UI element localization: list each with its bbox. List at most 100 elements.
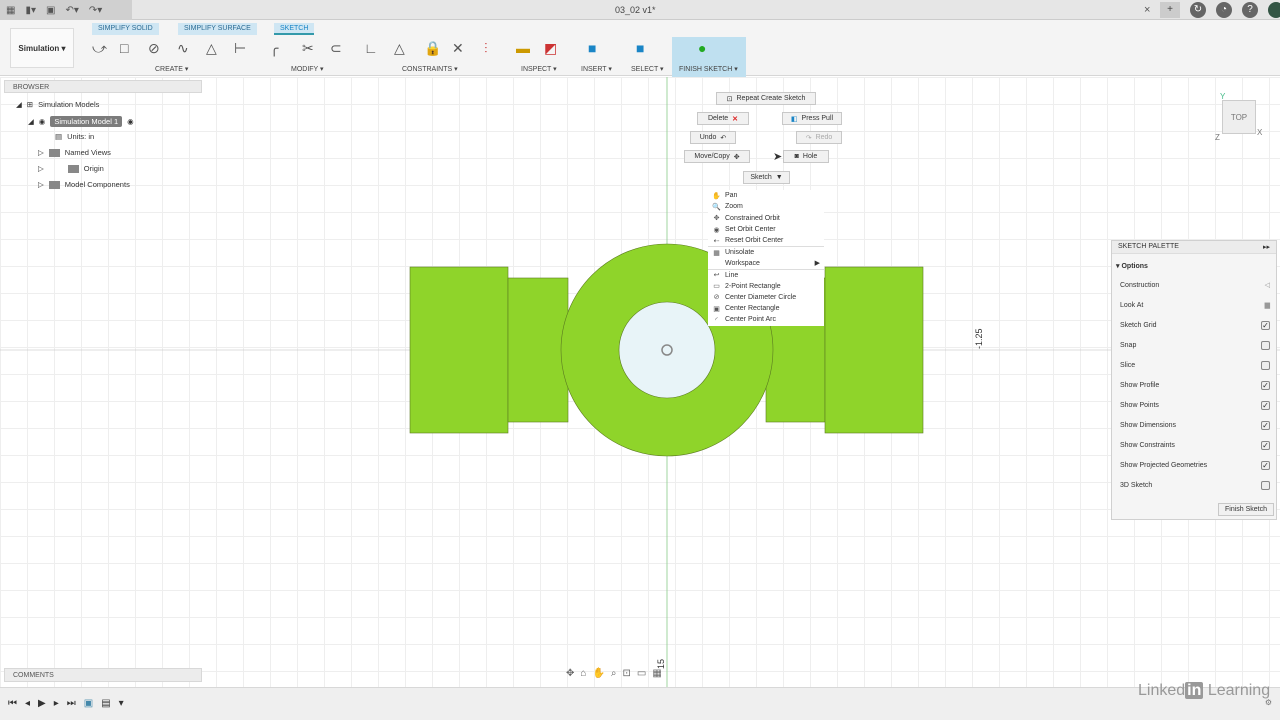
- step-forward-icon[interactable]: ▸: [54, 698, 59, 709]
- press-pull-button[interactable]: ◧ Press Pull: [782, 112, 842, 125]
- palette-row-show-profile[interactable]: Show Profile ✓: [1120, 381, 1270, 390]
- checkbox[interactable]: ✓: [1261, 381, 1270, 390]
- options-section[interactable]: ▾ Options: [1116, 262, 1148, 270]
- step-back-icon[interactable]: ◂: [25, 698, 30, 709]
- delete-button[interactable]: Delete ✕: [697, 112, 749, 125]
- menu-item-center-diameter-circle[interactable]: ⊘ Center Diameter Circle: [708, 292, 824, 303]
- menu-item-center-point-arc[interactable]: ◜ Center Point Arc: [708, 314, 824, 325]
- palette-row-show-points[interactable]: Show Points ✓: [1120, 401, 1270, 410]
- inspect-menu[interactable]: INSPECT ▾: [521, 65, 557, 73]
- spline-tool-icon[interactable]: ∿: [177, 40, 189, 57]
- polygon-tool-icon[interactable]: △: [206, 40, 217, 57]
- finish-sketch-check-icon[interactable]: ●: [698, 40, 706, 56]
- sketch-dropdown[interactable]: Sketch ▼: [743, 171, 790, 184]
- perpendicular-icon[interactable]: ∟: [364, 40, 378, 56]
- menu-item-zoom[interactable]: 🔍 Zoom: [708, 201, 824, 212]
- checkbox[interactable]: ✓: [1261, 421, 1270, 430]
- viewcube[interactable]: TOP: [1222, 100, 1256, 134]
- palette-row-show-constraints[interactable]: Show Constraints ✓: [1120, 441, 1270, 450]
- canvas-viewport[interactable]: -1.25 15: [0, 77, 1280, 687]
- interference-icon[interactable]: ◩: [544, 40, 557, 57]
- menu-item-unisolate[interactable]: ▦ Unisolate: [708, 246, 824, 257]
- tangent-icon[interactable]: △: [394, 40, 405, 57]
- timeline-marker-icon[interactable]: ▾: [119, 698, 124, 709]
- zoom-icon[interactable]: ⌕: [611, 668, 617, 679]
- job-status-icon[interactable]: ↻: [1190, 2, 1206, 18]
- checkbox[interactable]: ✓: [1261, 401, 1270, 410]
- user-avatar[interactable]: [1268, 2, 1280, 18]
- checkbox[interactable]: ✓: [1261, 461, 1270, 470]
- tree-item-simulation-models[interactable]: ◢ ⊞ Simulation Models: [16, 100, 99, 109]
- constraints-menu[interactable]: CONSTRAINTS ▾: [402, 65, 458, 73]
- checkbox[interactable]: ✓: [1261, 441, 1270, 450]
- hole-button[interactable]: ◙ Hole: [783, 150, 829, 163]
- menu-item-reset-orbit-center[interactable]: ⇠ Reset Orbit Center: [708, 235, 824, 246]
- grid-menu-icon[interactable]: ▦: [6, 5, 15, 16]
- file-icon[interactable]: ▮▾: [25, 5, 36, 16]
- go-to-start-icon[interactable]: ⏮: [8, 698, 17, 709]
- finish-sketch-button[interactable]: Finish Sketch: [1218, 503, 1274, 516]
- tree-item-units[interactable]: ▤ Units: in: [55, 132, 94, 141]
- grid-settings-icon[interactable]: ▦: [652, 668, 661, 679]
- look-at-icon[interactable]: ▆: [1265, 301, 1270, 309]
- help-icon[interactable]: ?: [1242, 2, 1258, 18]
- eye-icon[interactable]: ◉: [39, 117, 46, 126]
- redo-icon[interactable]: ↷▾: [89, 5, 102, 16]
- go-to-end-icon[interactable]: ⏭: [67, 698, 76, 709]
- look-at-icon[interactable]: ⌂: [580, 668, 586, 679]
- palette-row-slice[interactable]: Slice: [1120, 361, 1270, 370]
- circle-tool-icon[interactable]: ⊘: [148, 40, 160, 57]
- notifications-icon[interactable]: ◔: [1216, 2, 1232, 18]
- trim-tool-icon[interactable]: ✂: [302, 40, 314, 57]
- new-tab-button[interactable]: +: [1160, 2, 1180, 18]
- menu-item-pan[interactable]: ✋ Pan: [708, 190, 824, 201]
- tree-item-origin[interactable]: ▷ Origin: [38, 164, 104, 173]
- select-icon[interactable]: ■: [636, 40, 644, 56]
- menu-item-constrained-orbit[interactable]: ✥ Constrained Orbit: [708, 213, 824, 224]
- play-icon[interactable]: ▶: [38, 698, 46, 709]
- fit-icon[interactable]: ⊡: [623, 668, 631, 679]
- tab-simplify-surface[interactable]: SIMPLIFY SURFACE: [178, 23, 257, 35]
- dimension-tool-icon[interactable]: ⊢: [234, 40, 246, 57]
- checkbox[interactable]: [1261, 481, 1270, 490]
- workspace-switcher[interactable]: Simulation ▾: [10, 28, 74, 68]
- coincident-icon[interactable]: ✕: [452, 40, 464, 57]
- close-tab-icon[interactable]: ×: [1144, 4, 1150, 16]
- browser-header[interactable]: BROWSER: [4, 80, 202, 93]
- menu-item-center-rectangle[interactable]: ▣ Center Rectangle: [708, 303, 824, 314]
- palette-row-sketch-grid[interactable]: Sketch Grid ✓: [1120, 321, 1270, 330]
- tree-item-named-views[interactable]: ▷ Named Views: [38, 148, 111, 157]
- insert-menu[interactable]: INSERT ▾: [581, 65, 612, 73]
- timeline-sketch-icon[interactable]: ▤: [101, 698, 110, 709]
- menu-item-workspace[interactable]: Workspace ▶: [708, 258, 824, 269]
- tab-sketch[interactable]: SKETCH: [274, 23, 315, 35]
- orbit-icon[interactable]: ✥: [566, 668, 574, 679]
- tree-item-simulation-model-1[interactable]: ◢ ◉ Simulation Model 1 ◉: [28, 116, 134, 127]
- checkbox[interactable]: [1261, 341, 1270, 350]
- undo-button[interactable]: Undo ↶: [690, 131, 736, 144]
- viewcube-face[interactable]: TOP: [1231, 113, 1247, 122]
- insert-image-icon[interactable]: ■: [588, 40, 596, 56]
- menu-item-line[interactable]: ↩ Line: [708, 269, 824, 280]
- tab-simplify-solid[interactable]: SIMPLIFY SOLID: [92, 23, 159, 35]
- rectangle-tool-icon[interactable]: □: [120, 40, 128, 56]
- palette-row-snap[interactable]: Snap: [1120, 341, 1270, 350]
- move-copy-button[interactable]: Move/Copy ✥: [684, 150, 750, 163]
- collapse-icon[interactable]: ▸▸: [1263, 243, 1270, 251]
- finish-sketch-menu[interactable]: FINISH SKETCH ▾: [679, 65, 738, 73]
- document-tab[interactable]: 03_02 v1*: [615, 5, 656, 15]
- palette-row-construction[interactable]: Construction ◁: [1120, 281, 1270, 290]
- tree-item-model-components[interactable]: ▷ Model Components: [38, 180, 130, 189]
- display-settings-icon[interactable]: ▭: [637, 668, 646, 679]
- undo-icon[interactable]: ↶▾: [65, 5, 78, 16]
- activate-radio-icon[interactable]: ◉: [127, 117, 134, 126]
- palette-row-look-at[interactable]: Look At ▆: [1120, 301, 1270, 310]
- palette-row-3d-sketch[interactable]: 3D Sketch: [1120, 481, 1270, 490]
- comments-header[interactable]: COMMENTS: [4, 668, 202, 682]
- select-menu[interactable]: SELECT ▾: [631, 65, 664, 73]
- construction-icon[interactable]: ◁: [1265, 281, 1270, 289]
- save-icon[interactable]: ▣: [46, 5, 55, 16]
- offset-tool-icon[interactable]: ⊂: [330, 40, 342, 57]
- menu-item-set-orbit-center[interactable]: ◉ Set Orbit Center: [708, 224, 824, 235]
- fix-lock-icon[interactable]: 🔒: [424, 40, 441, 57]
